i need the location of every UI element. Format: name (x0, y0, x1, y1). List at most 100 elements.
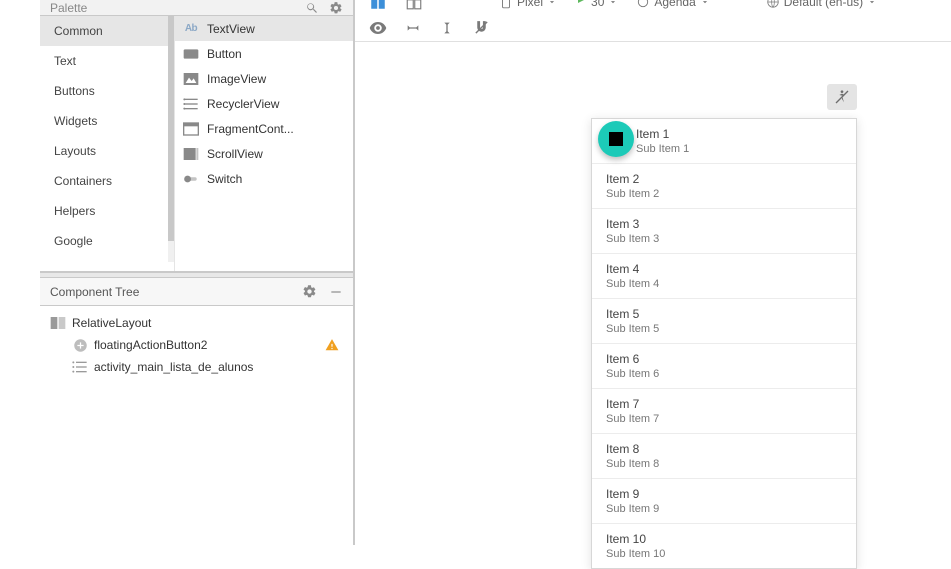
list-item-subtitle: Sub Item 2 (606, 188, 842, 200)
tree-node[interactable]: floatingActionButton2 (40, 334, 353, 356)
list-item-title: Item 6 (606, 352, 842, 366)
widget-label: Switch (207, 172, 242, 186)
recyclerview-icon (183, 96, 199, 112)
left-panel: Palette CommonTextButtonsWidgetsLayoutsC… (40, 0, 354, 545)
pan-vertical-icon[interactable] (439, 20, 455, 36)
list-item: Item 5 Sub Item 5 (592, 299, 856, 344)
canvas[interactable]: Item 1 Sub Item 1 Item 2 Sub Item 2 Item 3 Su… (355, 42, 951, 545)
blueprint-mode-icon[interactable] (405, 0, 423, 11)
list-item-subtitle: Sub Item 10 (606, 548, 842, 560)
list-item-subtitle: Sub Item 3 (606, 233, 842, 245)
component-tree-header: Component Tree (40, 278, 353, 306)
list-item-subtitle: Sub Item 5 (606, 323, 842, 335)
design-mode-icon[interactable] (369, 0, 387, 11)
list-item: Item 10 Sub Item 10 (592, 524, 856, 568)
palette-widget-scrollview[interactable]: ScrollView (175, 141, 353, 166)
list-item-subtitle: Sub Item 7 (606, 413, 842, 425)
magnet-icon[interactable] (473, 19, 490, 36)
widget-label: Button (207, 47, 242, 61)
listview-icon (72, 359, 88, 375)
list-item-subtitle: Sub Item 8 (606, 458, 842, 470)
palette-header: Palette (40, 0, 353, 16)
accessibility-toggle-icon[interactable] (827, 84, 857, 110)
preview-top-toolbar: Pixel 30 Agenda Default (en-us) (355, 0, 951, 14)
tree-node[interactable]: RelativeLayout (40, 312, 353, 334)
palette-widget-fragment[interactable]: FragmentCont... (175, 116, 353, 141)
component-tree: RelativeLayout floatingActionButton2 activ… (40, 306, 353, 384)
fab-icon (72, 337, 88, 353)
switch-icon (183, 171, 199, 187)
palette-widget-imageview[interactable]: ImageView (175, 66, 353, 91)
device-label: Pixel (517, 0, 543, 9)
api-label: 30 (591, 0, 604, 9)
widget-label: RecyclerView (207, 97, 279, 111)
list-item: Item 2 Sub Item 2 (592, 164, 856, 209)
tree-node-label: RelativeLayout (72, 316, 151, 330)
palette-category-common[interactable]: Common (40, 16, 174, 46)
list-item-title: Item 5 (606, 307, 842, 321)
relativelayout-icon (50, 315, 66, 331)
palette-scrollbar[interactable] (168, 16, 174, 262)
palette-category-buttons[interactable]: Buttons (40, 76, 174, 106)
palette-category-layouts[interactable]: Layouts (40, 136, 174, 166)
palette-search-icon[interactable] (305, 1, 319, 15)
list-item-title: Item 2 (606, 172, 842, 186)
fab-preview (598, 121, 634, 157)
tree-node[interactable]: activity_main_lista_de_alunos (40, 356, 353, 378)
palette-widget-textview[interactable]: Ab TextView (175, 16, 353, 41)
widget-label: ImageView (207, 72, 266, 86)
scrollview-icon (183, 146, 199, 162)
design-surface: Pixel 30 Agenda Default (en-us) (354, 0, 951, 545)
list-item: Item 7 Sub Item 7 (592, 389, 856, 434)
tree-node-label: activity_main_lista_de_alunos (94, 360, 253, 374)
list-item: Item 9 Sub Item 9 (592, 479, 856, 524)
list-item-title: Item 8 (606, 442, 842, 456)
list-item-subtitle: Sub Item 1 (636, 143, 842, 155)
list-item: Item 4 Sub Item 4 (592, 254, 856, 299)
widget-label: FragmentCont... (207, 122, 294, 136)
widget-label: ScrollView (207, 147, 263, 161)
tree-collapse-icon[interactable] (329, 285, 343, 299)
imageview-icon (183, 71, 199, 87)
device-selector[interactable]: Pixel (499, 0, 557, 9)
palette-settings-icon[interactable] (329, 1, 343, 15)
palette-category-containers[interactable]: Containers (40, 166, 174, 196)
list-item-subtitle: Sub Item 9 (606, 503, 842, 515)
device-preview: Item 1 Sub Item 1 Item 2 Sub Item 2 Item 3 Su… (591, 118, 857, 569)
palette-category-text[interactable]: Text (40, 46, 174, 76)
view-options-icon[interactable] (369, 19, 387, 37)
list-item-title: Item 3 (606, 217, 842, 231)
list-item-subtitle: Sub Item 4 (606, 278, 842, 290)
palette-widget-recyclerview[interactable]: RecyclerView (175, 91, 353, 116)
api-selector[interactable]: 30 (575, 0, 618, 9)
palette-widgets: Ab TextView Button ImageView RecyclerView Fra… (175, 16, 353, 271)
list-item-title: Item 1 (636, 127, 842, 141)
tree-settings-icon[interactable] (302, 284, 317, 299)
list-item-subtitle: Sub Item 6 (606, 368, 842, 380)
fragment-icon (183, 121, 199, 137)
list-item-title: Item 4 (606, 262, 842, 276)
button-icon (183, 46, 199, 62)
theme-selector[interactable]: Agenda (636, 0, 709, 9)
palette-categories: CommonTextButtonsWidgetsLayoutsContainer… (40, 16, 175, 271)
palette-title: Palette (50, 0, 87, 16)
component-tree-title: Component Tree (50, 285, 139, 299)
locale-selector[interactable]: Default (en-us) (766, 0, 877, 9)
palette-widget-switch[interactable]: Switch (175, 166, 353, 191)
list-item-title: Item 7 (606, 397, 842, 411)
list-item: Item 6 Sub Item 6 (592, 344, 856, 389)
palette-body: CommonTextButtonsWidgetsLayoutsContainer… (40, 16, 353, 272)
palette-category-widgets[interactable]: Widgets (40, 106, 174, 136)
list-item-title: Item 10 (606, 532, 842, 546)
palette-widget-button[interactable]: Button (175, 41, 353, 66)
tree-node-label: floatingActionButton2 (94, 338, 207, 352)
list-item-title: Item 9 (606, 487, 842, 501)
textview-icon: Ab (183, 21, 199, 37)
warning-icon (325, 338, 339, 352)
palette-category-helpers[interactable]: Helpers (40, 196, 174, 226)
widget-label: TextView (207, 22, 255, 36)
palette-category-google[interactable]: Google (40, 226, 174, 256)
preview-sub-toolbar (355, 14, 951, 42)
pan-horizontal-icon[interactable] (405, 20, 421, 36)
locale-label: Default (en-us) (784, 0, 863, 9)
